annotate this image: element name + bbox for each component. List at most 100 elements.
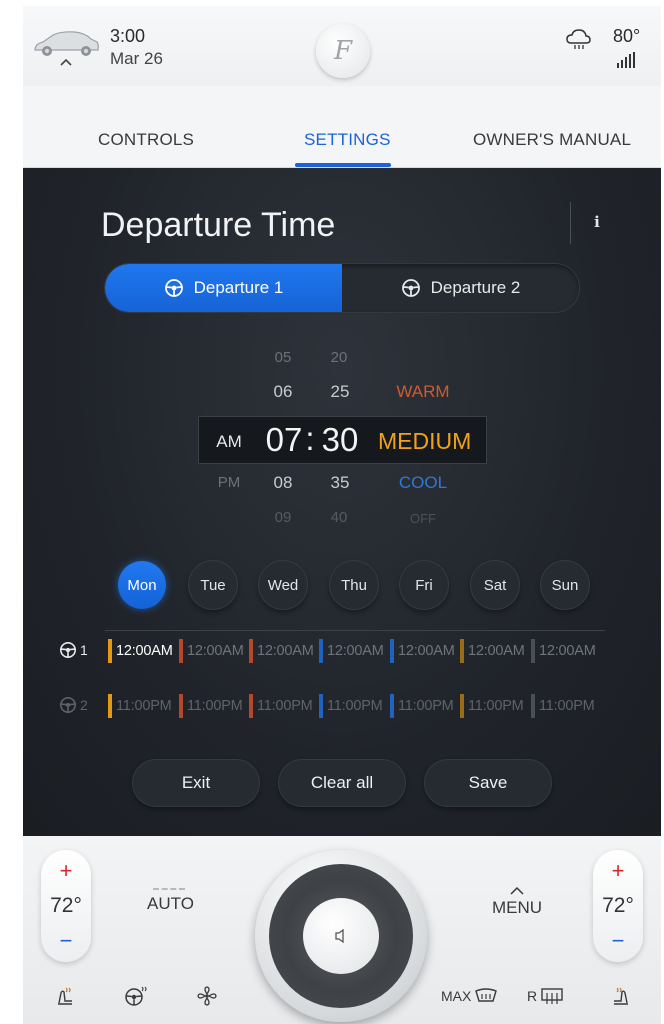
- car-icon[interactable]: [31, 26, 101, 60]
- steering-wheel-icon: [59, 641, 77, 659]
- schedule-cell[interactable]: 12:00AM: [108, 638, 173, 664]
- fan-icon: [197, 986, 217, 1006]
- heated-seat-left-button[interactable]: [53, 984, 77, 1008]
- auto-button[interactable]: AUTO: [147, 894, 194, 914]
- heated-steering-wheel-button[interactable]: [123, 984, 147, 1008]
- day-tue[interactable]: Tue: [189, 561, 237, 609]
- segment-label: Departure 2: [430, 278, 521, 297]
- infotainment-screen: 3:00 Mar 26 F 80° CONTROLS SETTINGS OWNE…: [23, 6, 661, 1024]
- departure-2-row-label: 2: [59, 696, 88, 714]
- temp-option-off[interactable]: OFF: [403, 511, 443, 526]
- volume-knob[interactable]: [255, 850, 427, 1022]
- day-mon[interactable]: Mon: [118, 561, 166, 609]
- schedule-cell[interactable]: 11:00PM: [108, 693, 172, 719]
- climate-bar: + 72° − AUTO MENU + 72° − MAX R: [23, 836, 661, 1024]
- max-defrost-icon: [475, 988, 498, 1002]
- active-tab-indicator: [295, 163, 391, 167]
- max-defrost-label: MAX: [441, 988, 472, 1004]
- cloud-weather-icon: [566, 29, 591, 49]
- right-temp-increase-button[interactable]: +: [593, 858, 643, 884]
- volume-knob-ring[interactable]: [269, 864, 413, 1008]
- time-separator: :: [305, 420, 315, 457]
- hour-option[interactable]: 09: [270, 509, 296, 526]
- temp-option-cool[interactable]: COOL: [389, 473, 457, 493]
- schedule-cell[interactable]: 11:00PM: [249, 693, 313, 719]
- divider: [570, 202, 571, 244]
- schedule-cell[interactable]: 11:00PM: [460, 693, 524, 719]
- chevron-up-icon[interactable]: [59, 56, 73, 70]
- minute-option[interactable]: 25: [325, 382, 355, 402]
- ampm-option[interactable]: PM: [215, 474, 243, 491]
- row-number: 1: [80, 642, 88, 658]
- temp-selected[interactable]: MEDIUM: [378, 428, 471, 455]
- schedule-cell[interactable]: 11:00PM: [531, 693, 595, 719]
- schedule-cell[interactable]: 12:00AM: [460, 638, 525, 664]
- hour-option[interactable]: 05: [270, 349, 296, 366]
- volume-mute-button[interactable]: [303, 898, 379, 974]
- exit-button[interactable]: Exit: [133, 760, 259, 806]
- max-defrost-button[interactable]: MAX: [441, 984, 498, 1008]
- left-temp-increase-button[interactable]: +: [41, 858, 91, 884]
- day-wed[interactable]: Wed: [259, 561, 307, 609]
- outside-temperature: 80°: [613, 26, 641, 46]
- tab-owners-manual[interactable]: OWNER'S MANUAL: [473, 130, 631, 150]
- rear-defrost-button[interactable]: R: [527, 984, 564, 1008]
- clear-all-button[interactable]: Clear all: [279, 760, 405, 806]
- heated-seat-right-button[interactable]: [609, 984, 633, 1008]
- rear-defrost-icon: [541, 988, 563, 1004]
- save-button[interactable]: Save: [425, 760, 551, 806]
- segment-departure-1[interactable]: Departure 1: [105, 264, 342, 312]
- minute-option[interactable]: 40: [326, 509, 352, 526]
- signal-strength-icon: [615, 52, 637, 68]
- minute-option[interactable]: 20: [326, 349, 352, 366]
- schedule-cell[interactable]: 11:00PM: [390, 693, 454, 719]
- segment-label: Departure 1: [193, 278, 284, 297]
- temp-option-warm[interactable]: WARM: [389, 382, 457, 402]
- page-title: Departure Time: [101, 206, 336, 244]
- day-sun[interactable]: Sun: [541, 561, 589, 609]
- day-fri[interactable]: Fri: [400, 561, 448, 609]
- brand-logo-letter: F: [333, 36, 353, 66]
- clock-time: 3:00: [110, 26, 146, 46]
- right-temperature-control: + 72° −: [593, 850, 643, 962]
- left-temp-decrease-button[interactable]: −: [41, 928, 91, 954]
- segment-departure-2[interactable]: Departure 2: [342, 264, 579, 312]
- info-icon[interactable]: i: [586, 210, 608, 234]
- schedule-cell[interactable]: 12:00AM: [390, 638, 455, 664]
- steering-wheel-icon: [401, 279, 420, 297]
- schedule-cell[interactable]: 11:00PM: [179, 693, 243, 719]
- schedule-cell[interactable]: 12:00AM: [249, 638, 314, 664]
- departure-1-row-label: 1: [59, 641, 88, 659]
- schedule-cell[interactable]: 12:00AM: [179, 638, 244, 664]
- tab-settings[interactable]: SETTINGS: [304, 130, 391, 150]
- day-thu[interactable]: Thu: [330, 561, 378, 609]
- right-temp-decrease-button[interactable]: −: [593, 928, 643, 954]
- schedule-cell[interactable]: 11:00PM: [319, 693, 383, 719]
- tab-bar: CONTROLS SETTINGS OWNER'S MANUAL: [23, 86, 661, 168]
- brand-logo[interactable]: F: [316, 24, 370, 78]
- heated-steering-wheel-icon: [125, 986, 147, 1006]
- steering-wheel-icon: [59, 696, 77, 714]
- volume-icon: [335, 928, 344, 944]
- schedule-cell[interactable]: 12:00AM: [319, 638, 384, 664]
- climate-menu-button[interactable]: MENU: [492, 898, 542, 918]
- hour-option[interactable]: 06: [268, 382, 298, 402]
- heated-seat-right-icon: [614, 987, 628, 1005]
- tab-controls[interactable]: CONTROLS: [98, 130, 194, 150]
- departure-time-panel: Departure Time i Departure 1 Departure 2…: [23, 168, 661, 836]
- minute-option[interactable]: 35: [325, 473, 355, 493]
- status-bar: 3:00 Mar 26 F 80°: [23, 6, 661, 86]
- schedule-cell[interactable]: 12:00AM: [531, 638, 596, 664]
- left-temperature-control: + 72° −: [41, 850, 91, 962]
- steering-wheel-icon: [164, 279, 183, 297]
- row-number: 2: [80, 697, 88, 713]
- day-sat[interactable]: Sat: [471, 561, 519, 609]
- hour-selected[interactable]: 07: [261, 421, 307, 459]
- hour-option[interactable]: 08: [268, 473, 298, 493]
- rear-defrost-label: R: [527, 988, 538, 1004]
- auto-indicator: [153, 888, 185, 890]
- minute-selected[interactable]: 30: [317, 421, 363, 459]
- ampm-selected[interactable]: AM: [213, 432, 245, 452]
- heated-seat-left-icon: [58, 987, 72, 1005]
- fan-button[interactable]: [195, 984, 219, 1008]
